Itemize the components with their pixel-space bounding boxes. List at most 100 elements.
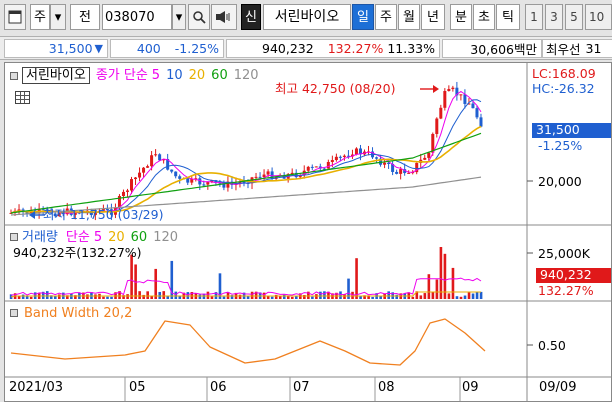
xaxis-label: 08 [378, 380, 395, 395]
volume-bar [274, 294, 278, 299]
panel-toggle-icon[interactable] [10, 71, 18, 80]
stock-name-field[interactable]: 서린바이오 [263, 4, 351, 30]
high-annotation: 최고 42,750 (08/20) [275, 81, 396, 96]
hc-label: HC:-26.32 [532, 81, 595, 96]
best-quote-label: 최우선 [546, 42, 581, 57]
panel-toggle-icon[interactable] [10, 233, 18, 241]
volume-bar [475, 292, 479, 299]
volume-bar [387, 291, 390, 299]
bw-panel-name[interactable]: Band Width 20,2 [24, 307, 132, 320]
volume-bar [311, 296, 314, 299]
ma-label: 종가 단순 [95, 68, 148, 83]
tab-second[interactable]: 초 [473, 4, 495, 30]
candle-body [439, 107, 443, 119]
candle-body [387, 162, 391, 164]
volume-bar [479, 291, 483, 299]
volume-panel-name[interactable]: 거래량 [22, 231, 58, 244]
tab-minute[interactable]: 분 [450, 4, 472, 30]
candle-body [154, 154, 158, 156]
code-kind-button[interactable]: 전 [70, 4, 100, 30]
tab-year[interactable]: 년 [421, 4, 445, 30]
volume-bar [471, 293, 475, 299]
grid-icon[interactable] [15, 91, 30, 104]
panel-toggle-icon[interactable] [10, 309, 18, 317]
tab-week[interactable]: 주 [375, 4, 397, 30]
window-icon[interactable] [4, 4, 26, 30]
volume-bar [146, 291, 149, 299]
tab-day[interactable]: 일 [352, 4, 374, 30]
candle-body [375, 157, 379, 159]
candle-body [471, 103, 475, 109]
turnover-value: 11.33% [387, 41, 435, 56]
candle-body [459, 94, 463, 96]
volume-bar [427, 274, 431, 299]
volume-bar [270, 296, 274, 299]
vma20-label: 20 [108, 230, 125, 245]
candle-body [130, 179, 134, 191]
candle-body [395, 171, 399, 174]
new-button[interactable]: 신 [241, 4, 261, 30]
volume-bar [29, 296, 33, 299]
volume-bar [451, 267, 455, 299]
volume-bar [323, 291, 326, 299]
stock-chart[interactable]: 서린바이오 종가 단순 5 10 20 60 120 최고 42,750 (08… [4, 62, 612, 402]
price-panel-name[interactable]: 서린바이오 [22, 67, 90, 84]
lc-label: LC:168.09 [532, 66, 596, 81]
volume-bar [411, 296, 415, 299]
volume-ma-label: 단순 [65, 230, 90, 245]
volume-bar [238, 294, 242, 299]
candle-body [443, 91, 447, 108]
volume-bar [371, 296, 374, 299]
volume-bar [210, 296, 214, 299]
candle-body [447, 89, 451, 92]
volume-box: 940,232 [536, 268, 611, 283]
volume-bar [423, 293, 427, 299]
speaker-icon[interactable] [211, 4, 237, 30]
volume-bar [138, 291, 141, 299]
volume-bar [58, 294, 61, 299]
market-dropdown-arrow-icon[interactable]: ▾ [50, 4, 66, 30]
candle-body [342, 155, 346, 157]
candle-body [202, 184, 206, 186]
candle-body [134, 177, 138, 180]
xaxis-right-label: 09/09 [539, 380, 577, 395]
low-annotation: 최저 11,750 (03/29) [43, 207, 164, 222]
volume-bar [110, 296, 113, 299]
search-icon[interactable] [188, 4, 210, 30]
volume-bar [439, 247, 443, 299]
volume-bar [435, 279, 439, 299]
candle-body [427, 152, 431, 158]
volume-bar [162, 291, 166, 299]
volume-bar [315, 294, 318, 299]
bw-panel-header: Band Width 20,2 [10, 307, 132, 320]
interval-3[interactable]: 3 [545, 4, 563, 30]
volume-info: 940,232주(132.27%) [13, 245, 142, 260]
code-input[interactable]: 038070 [102, 4, 172, 30]
candle-body [326, 161, 330, 169]
volume-bar [431, 291, 435, 299]
candle-body [186, 178, 190, 183]
candle-body [338, 156, 342, 158]
best-quote-box: 최우선 31 [542, 39, 612, 58]
ma5-label: 5 [151, 68, 161, 83]
code-dropdown-arrow-icon[interactable]: ▾ [172, 4, 186, 30]
tab-tick[interactable]: 틱 [496, 4, 520, 30]
candle-body [423, 157, 427, 160]
volume-bar [459, 296, 463, 299]
volume-bar [206, 291, 210, 299]
candle-body [254, 176, 258, 178]
volume-bar [198, 294, 202, 299]
volume-panel-header: 거래량 단순 5 20 60 120 [10, 231, 178, 244]
candle-body [479, 117, 483, 127]
interval-1[interactable]: 1 [525, 4, 543, 30]
interval-5[interactable]: 5 [565, 4, 583, 30]
interval-10[interactable]: 10 [585, 4, 612, 30]
change-box: 400 -1.25% [110, 39, 224, 58]
market-select[interactable]: 주 [30, 4, 50, 30]
candle-body [334, 156, 338, 161]
vma5-label: 5 [93, 230, 103, 245]
tab-month[interactable]: 월 [398, 4, 420, 30]
volume-bar [86, 294, 89, 299]
candle-body [383, 162, 387, 165]
candle-body [310, 166, 314, 168]
